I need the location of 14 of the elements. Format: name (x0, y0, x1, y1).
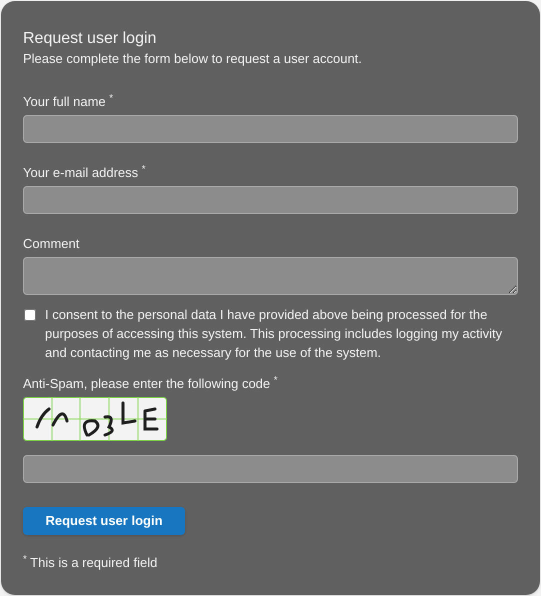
form-subtitle: Please complete the form below to request a user account. (23, 50, 363, 68)
consent-text: I consent to the personal data I have provided above being processed for the purposes of accessing this system. This processing includes logging my activity and contacting me as necessary for the use of the system. (45, 306, 504, 362)
request-login-button[interactable]: Request user login (23, 507, 185, 535)
form-title: Request user login (23, 29, 158, 49)
field-label: Your e-mail address $^{*}$ (23, 165, 147, 181)
required-note: $^{*}$ This is a required field (23, 555, 158, 571)
captcha-field[interactable] (23, 455, 518, 483)
field-label: Anti-Spam, please enter the following code $^{*}$ (23, 376, 279, 392)
consent-checkbox[interactable] (24, 309, 36, 321)
field-label: Your full name $^{*}$ (23, 94, 114, 110)
text-field[interactable] (23, 186, 518, 214)
field-label: Comment (23, 236, 80, 252)
comment-field[interactable] (23, 257, 518, 295)
text-field[interactable] (23, 115, 518, 143)
